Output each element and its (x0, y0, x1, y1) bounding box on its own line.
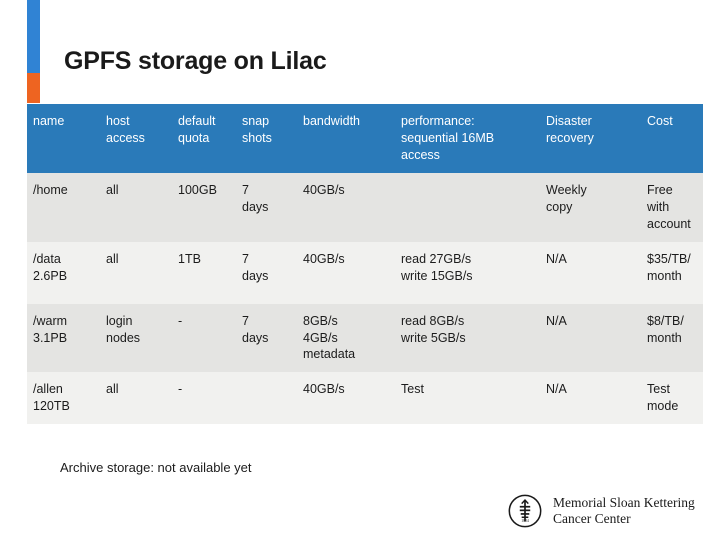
table-header-row: name host access default quota snap shot… (27, 104, 703, 173)
accent-bar-orange-segment (27, 73, 40, 103)
cell-performance-line2: write 15GB/s (401, 268, 473, 283)
cell-name: /warm 3.1PB (27, 303, 100, 373)
cell-bandwidth-line2: 4GB/s (303, 330, 338, 345)
column-header-host-access: host access (100, 104, 172, 173)
cell-host-access: all (100, 173, 172, 242)
column-header-name: name (27, 104, 100, 173)
cell-cost-line1: $8/TB/ (647, 313, 684, 328)
cell-cost: $35/TB/ month (641, 241, 703, 304)
cell-snapshots: 7 days (236, 173, 297, 242)
table-body: /home all 100GB 7 days 40GB/s Weekly cop… (27, 173, 703, 424)
table-row: /home all 100GB 7 days 40GB/s Weekly cop… (27, 173, 703, 242)
cell-cost: Test mode (641, 372, 703, 424)
column-header-performance: performance: sequential 16MB access (395, 104, 540, 173)
cell-performance-line1: read 8GB/s (401, 313, 465, 328)
cell-disaster-recovery: N/A (540, 372, 641, 424)
title-accent-bar (27, 0, 40, 103)
table-row: /allen 120TB all - 40GB/s Test N/A Test … (27, 372, 703, 424)
cell-name-line1: /warm (33, 313, 68, 328)
cell-cost-line3: account (647, 216, 691, 231)
accent-bar-blue-segment (27, 0, 40, 73)
cell-bandwidth-line1: 40GB/s (303, 382, 345, 397)
organization-name-line1: Memorial Sloan Kettering (553, 495, 695, 511)
cell-bandwidth-line1: 40GB/s (303, 183, 345, 197)
column-header-default-quota: default quota (172, 104, 236, 173)
archive-storage-note: Archive storage: not available yet (60, 460, 252, 475)
column-header-cost: Cost (641, 104, 703, 173)
cell-cost-line2: month (647, 330, 682, 345)
cell-cost: Free with account (641, 173, 703, 242)
cell-cost-line1: $35/TB/ (647, 251, 691, 266)
cell-snapshots-line2: days (242, 199, 269, 214)
cell-snapshots-line1: 7 (242, 183, 249, 197)
cell-disaster-recovery-line2: copy (546, 199, 573, 214)
page-title: GPFS storage on Lilac (64, 47, 327, 75)
cell-name-line2: 3.1PB (33, 330, 68, 345)
column-header-snapshots: snap shots (236, 104, 297, 173)
cell-name: /data 2.6PB (27, 241, 100, 304)
cell-disaster-recovery-line1: Weekly (546, 183, 587, 197)
cell-bandwidth-line3: metadata (303, 347, 356, 362)
cell-performance-line1: Test (401, 382, 424, 397)
organization-wordmark: Memorial Sloan Kettering Cancer Center (553, 495, 695, 527)
cell-name-line1: /allen (33, 382, 63, 397)
cell-performance: Test (395, 372, 540, 424)
cell-snapshots-line1: 7 (242, 313, 249, 328)
table-row: /warm 3.1PB login nodes - 7 days 8GB/s 4… (27, 303, 703, 373)
cell-bandwidth: 40GB/s (297, 241, 395, 304)
organization-logo: 1884 Memorial Sloan Kettering Cancer Cen… (506, 492, 695, 530)
cell-cost-line2: month (647, 268, 682, 283)
cell-performance: read 8GB/s write 5GB/s (395, 303, 540, 373)
svg-text:1884: 1884 (521, 519, 529, 523)
cell-disaster-recovery: N/A (540, 303, 641, 373)
cell-bandwidth: 40GB/s (297, 173, 395, 242)
cell-host-access: all (100, 241, 172, 304)
cell-snapshots-line2: days (242, 330, 269, 345)
cell-default-quota: - (172, 372, 236, 424)
cell-name: /allen 120TB (27, 372, 100, 424)
cell-cost-line1: Test (647, 382, 670, 397)
gpfs-storage-table: name host access default quota snap shot… (27, 104, 703, 424)
cell-disaster-recovery: N/A (540, 241, 641, 304)
cell-snapshots (236, 372, 297, 424)
cell-name: /home (27, 173, 100, 242)
cell-bandwidth: 40GB/s (297, 372, 395, 424)
cell-bandwidth: 8GB/s 4GB/s metadata (297, 303, 395, 373)
cell-name-line2: 2.6PB (33, 268, 68, 283)
organization-name-line2: Cancer Center (553, 511, 631, 526)
cell-disaster-recovery: Weekly copy (540, 173, 641, 242)
cell-performance (395, 173, 540, 242)
cell-name-line1: /data (33, 251, 61, 266)
cell-bandwidth-line1: 40GB/s (303, 251, 345, 266)
cell-cost-line1: Free (647, 183, 673, 197)
cell-cost: $8/TB/ month (641, 303, 703, 373)
cell-name-line2: 120TB (33, 399, 70, 414)
cell-disaster-recovery-line1: N/A (546, 382, 567, 397)
cell-snapshots: 7 days (236, 241, 297, 304)
cell-performance-line2: write 5GB/s (401, 330, 466, 345)
cell-performance-line1: read 27GB/s (401, 251, 472, 266)
cell-cost-line2: with (647, 199, 670, 214)
column-header-bandwidth: bandwidth (297, 104, 395, 173)
cell-host-access: login nodes (100, 303, 172, 373)
cell-cost-line2: mode (647, 399, 679, 414)
cell-default-quota: 100GB (172, 173, 236, 242)
cell-bandwidth-line1: 8GB/s (303, 313, 338, 328)
table-row: /data 2.6PB all 1TB 7 days 40GB/s read 2… (27, 241, 703, 304)
cell-name-line1: /home (33, 183, 68, 197)
cell-snapshots-line2: days (242, 268, 269, 283)
cell-snapshots-line1: 7 (242, 251, 249, 266)
cell-snapshots: 7 days (236, 303, 297, 373)
cell-disaster-recovery-line1: N/A (546, 313, 567, 328)
cell-performance: read 27GB/s write 15GB/s (395, 241, 540, 304)
column-header-disaster-recovery: Disaster recovery (540, 104, 641, 173)
cell-host-access: all (100, 372, 172, 424)
cell-disaster-recovery-line1: N/A (546, 251, 567, 266)
cell-default-quota: - (172, 303, 236, 373)
msk-caduceus-emblem-icon: 1884 (506, 492, 544, 530)
table-header: name host access default quota snap shot… (27, 104, 703, 173)
cell-default-quota: 1TB (172, 241, 236, 304)
